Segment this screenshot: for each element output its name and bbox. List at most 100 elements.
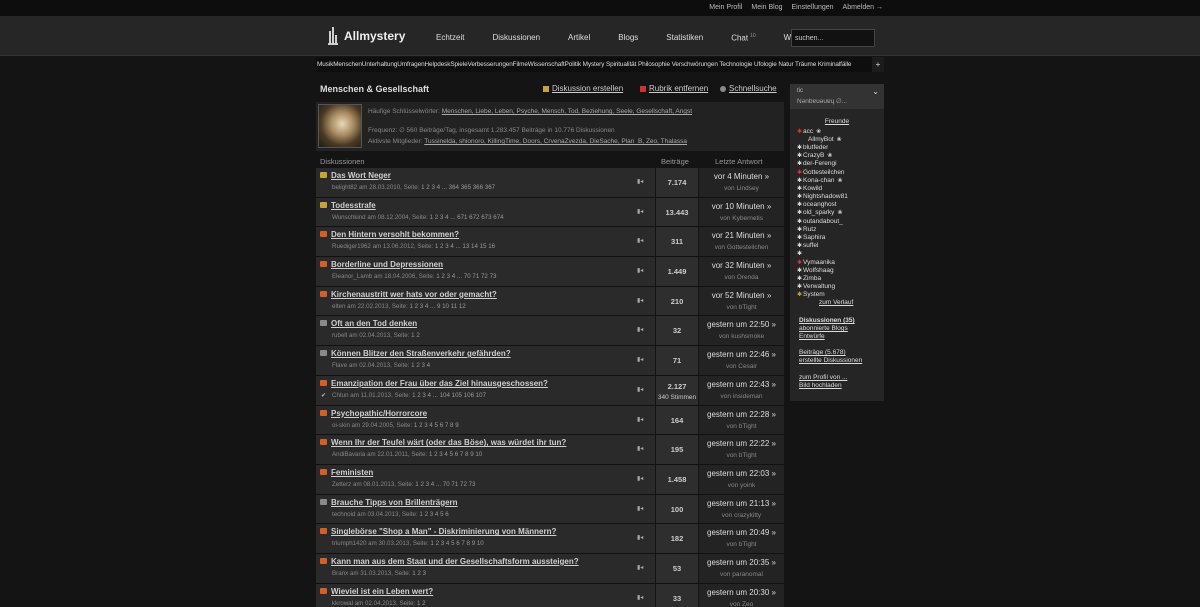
last-reply-time-link[interactable]: vor 32 Minuten » xyxy=(699,261,784,270)
jump-to-end-icon[interactable]: ▮◂ xyxy=(637,505,644,512)
friend-item[interactable]: ✱ oceanghost xyxy=(797,201,848,209)
topic-author[interactable]: AndiBavaria xyxy=(332,451,365,458)
topic-author[interactable]: triumph1420 xyxy=(332,540,366,547)
topic-title-link[interactable]: Brauche Tipps von Brillenträgern xyxy=(331,498,458,507)
topic-title-link[interactable]: Oft an den Tod denken xyxy=(331,319,417,328)
upload-image-link[interactable]: Bild hochladen xyxy=(799,382,842,389)
topic-title-link[interactable]: Emanzipation der Frau über das Ziel hina… xyxy=(331,379,548,388)
more-categories-button[interactable]: + xyxy=(872,57,884,72)
last-reply-time-link[interactable]: vor 52 Minuten » xyxy=(699,291,784,300)
topic-title-link[interactable]: Wieviel ist ein Leben wert? xyxy=(331,587,433,596)
create-discussion-button[interactable]: Diskussion erstellen xyxy=(543,84,623,93)
topic-author[interactable]: kkrowal xyxy=(332,600,353,607)
last-reply-time-link[interactable]: gestern um 20:30 » xyxy=(699,588,784,597)
friend-item[interactable]: ✱ suffel xyxy=(797,242,848,250)
friend-item[interactable]: ✱ outandabout_ xyxy=(797,217,848,225)
friend-item[interactable]: ✱ Gottesteilchen xyxy=(797,168,848,176)
last-reply-user[interactable]: insideman xyxy=(733,393,763,400)
last-reply-time-link[interactable]: gestern um 22:03 » xyxy=(699,469,784,478)
friend-item[interactable]: ✱ blutfeder xyxy=(797,143,848,151)
quick-search-button[interactable]: Schnellsuche xyxy=(720,84,777,93)
last-reply-user[interactable]: Gottesteilchen xyxy=(727,244,769,251)
nav-diskussionen[interactable]: Diskussionen xyxy=(492,33,540,43)
last-reply-time-link[interactable]: gestern um 22:43 » xyxy=(699,380,784,389)
topic-author[interactable]: Chtun xyxy=(332,392,349,399)
friend-item[interactable]: ✱ Kona-chan ❀ xyxy=(797,176,848,184)
last-reply-time-link[interactable]: gestern um 22:28 » xyxy=(699,410,784,419)
topic-pages[interactable]: 1 2 xyxy=(411,332,420,339)
topic-pages[interactable]: 1 2 3 4 ... 70 71 72 73 xyxy=(415,481,475,488)
topic-title-link[interactable]: Borderline und Depressionen xyxy=(331,260,443,269)
last-reply-user[interactable]: yoink xyxy=(740,482,755,489)
keywords-list[interactable]: Menschen, Liebe, Leben, Psyche, Mensch, … xyxy=(442,108,692,115)
jump-to-end-icon[interactable]: ▮◂ xyxy=(637,594,644,601)
last-reply-user[interactable]: Lindsey xyxy=(736,185,758,192)
topic-pages[interactable]: 1 2 3 4 ... 13 14 15 16 xyxy=(435,243,495,250)
topic-pages[interactable]: 1 2 3 xyxy=(412,570,426,577)
nav-chat[interactable]: Chat 10 xyxy=(731,33,755,43)
created-discussions-link[interactable]: erstellte Diskussionen xyxy=(799,357,862,364)
site-logo[interactable]: Allmystery xyxy=(327,26,405,46)
friend-item[interactable]: ✱ Vymaanika xyxy=(797,258,848,266)
topic-author[interactable]: Zetterz xyxy=(332,481,351,488)
settings-link[interactable]: Einstellungen xyxy=(792,4,834,11)
friend-item[interactable]: ✱ Wolfshaag xyxy=(797,266,848,274)
topic-title-link[interactable]: Feministen xyxy=(331,468,373,477)
topic-pages[interactable]: 1 2 3 4 ... 671 672 673 674 xyxy=(430,214,504,221)
last-reply-time-link[interactable]: vor 4 Minuten » xyxy=(699,172,784,181)
jump-to-end-icon[interactable]: ▮◂ xyxy=(637,534,644,541)
topic-pages[interactable]: 1 2 xyxy=(417,600,426,607)
topic-title-link[interactable]: Den Hintern versohlt bekommen? xyxy=(331,230,459,239)
drafts-link[interactable]: Entwürfe xyxy=(799,333,825,340)
friend-item[interactable]: ✱ Kowild xyxy=(797,184,848,192)
last-reply-time-link[interactable]: vor 10 Minuten » xyxy=(699,202,784,211)
topic-title-link[interactable]: Kirchenaustritt wer hats vor oder gemach… xyxy=(331,290,497,299)
friend-item[interactable]: ✱ Rutz xyxy=(797,225,848,233)
active-members-list[interactable]: Tussinelda, shionoro, KillingTime, Doors… xyxy=(424,138,687,145)
last-reply-user[interactable]: Orenda xyxy=(737,274,759,281)
jump-to-end-icon[interactable]: ▮◂ xyxy=(637,475,644,482)
topic-author[interactable]: Eleanor_Lamb xyxy=(332,273,372,280)
topic-author[interactable]: Flave xyxy=(332,362,347,369)
last-reply-time-link[interactable]: gestern um 20:35 » xyxy=(699,558,784,567)
friend-item[interactable]: ✱ Nightshadow81 xyxy=(797,193,848,201)
topic-pages[interactable]: 1 2 3 4 ... 70 71 72 73 xyxy=(436,273,496,280)
topic-title-link[interactable]: Wenn Ihr der Teufel wärt (oder das Böse)… xyxy=(331,438,566,447)
last-reply-user[interactable]: paranomal xyxy=(732,571,763,578)
jump-to-end-icon[interactable]: ▮◂ xyxy=(637,326,644,333)
jump-to-end-icon[interactable]: ▮◂ xyxy=(637,237,644,244)
jump-to-end-icon[interactable]: ▮◂ xyxy=(637,208,644,215)
nav-statistiken[interactable]: Statistiken xyxy=(666,33,703,43)
last-reply-time-link[interactable]: gestern um 20:49 » xyxy=(699,528,784,537)
topic-author[interactable]: oi-skin xyxy=(332,422,350,429)
last-reply-user[interactable]: Zeo xyxy=(742,601,753,607)
last-reply-time-link[interactable]: gestern um 22:46 » xyxy=(699,350,784,359)
friend-item[interactable]: ✱ CrazyB ❀ xyxy=(797,152,848,160)
last-reply-user[interactable]: bTight xyxy=(739,541,757,548)
jump-to-end-icon[interactable]: ▮◂ xyxy=(637,564,644,571)
nav-blogs[interactable]: Blogs xyxy=(618,33,638,43)
my-posts-link[interactable]: Beiträge (5.678) xyxy=(799,349,846,356)
jump-to-end-icon[interactable]: ▮◂ xyxy=(637,178,644,185)
topic-author[interactable]: Branx xyxy=(332,570,348,577)
my-discussions-link[interactable]: Diskussionen (35) xyxy=(799,317,855,324)
topic-pages[interactable]: 1 2 3 4 ... 364 365 366 367 xyxy=(421,184,495,191)
friend-item[interactable]: ✱ acc ❀ xyxy=(797,127,848,135)
friend-item[interactable]: ✱ Saphira xyxy=(797,233,848,241)
last-reply-user[interactable]: Cesair xyxy=(738,363,757,370)
last-reply-user[interactable]: kushsmoke xyxy=(731,333,764,340)
sidebar-header[interactable]: tic Nǝnbɐuǝuɐɥ ∅... ⌄ xyxy=(790,84,884,109)
last-reply-user[interactable]: bTight xyxy=(739,452,757,459)
topic-pages[interactable]: 1 2 3 4 5 6 7 8 9 10 xyxy=(430,540,483,547)
jump-to-end-icon[interactable]: ▮◂ xyxy=(637,386,644,393)
topic-pages[interactable]: 1 2 3 4 ... 104 105 106 107 xyxy=(412,392,486,399)
topic-author[interactable]: Ruediger1962 xyxy=(332,243,371,250)
jump-to-end-icon[interactable]: ▮◂ xyxy=(637,445,644,452)
last-reply-user[interactable]: crazykitty xyxy=(734,512,761,519)
last-reply-time-link[interactable]: gestern um 21:13 » xyxy=(699,499,784,508)
subscribed-blogs-link[interactable]: abonnierte Blogs xyxy=(799,325,848,332)
profile-link[interactable]: zum Profil von ... xyxy=(799,374,847,381)
my-blog-link[interactable]: Mein Blog xyxy=(751,4,782,11)
topic-title-link[interactable]: Singlebörse "Shop a Man" - Diskriminieru… xyxy=(331,527,556,536)
friend-item[interactable]: ✱ xyxy=(797,250,848,258)
